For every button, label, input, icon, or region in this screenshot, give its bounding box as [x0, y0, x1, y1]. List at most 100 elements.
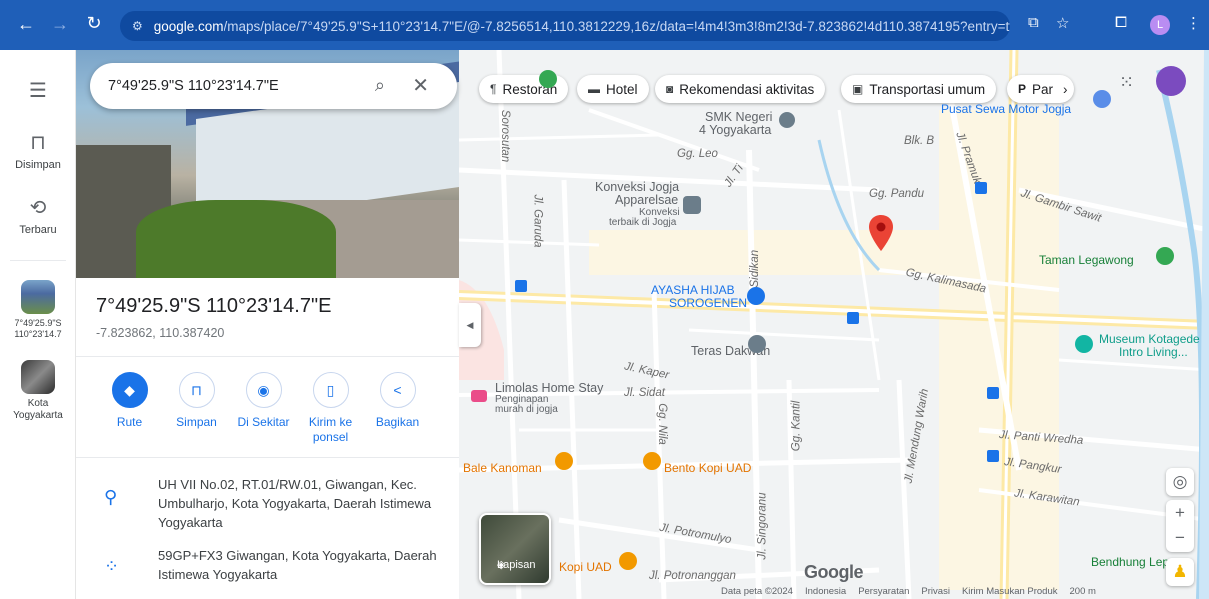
hamburger-menu-button[interactable]: ☰ — [0, 78, 76, 107]
nearby-label: Di Sekitar — [237, 415, 290, 429]
search-box[interactable]: 7°49'25.9"S 110°23'14.7"E ⌕ ✕ — [90, 63, 457, 109]
chip-activities-label: Rekomendasi aktivitas — [679, 81, 815, 97]
footer-terms[interactable]: Persyaratan — [858, 586, 909, 599]
phone-icon: ▯ — [312, 372, 349, 408]
shop-marker-icon[interactable] — [683, 196, 701, 214]
map-label-ayasha1[interactable]: AYASHA HIJAB — [651, 283, 735, 297]
bus-stop-marker-4-icon[interactable] — [987, 387, 999, 399]
restaurant-marker-icon[interactable] — [555, 452, 573, 470]
action-row: ◆ Rute ⊓ Simpan ◉ Di Sekitar ▯ Kirim ke … — [96, 372, 446, 445]
panel-divider — [76, 356, 459, 357]
bus-stop-marker-2-icon[interactable] — [515, 280, 527, 292]
chevron-right-icon[interactable]: › — [1063, 82, 1068, 97]
cafe-marker-2-icon[interactable] — [619, 552, 637, 570]
chip-hotel-label: Hotel — [606, 81, 638, 97]
bookmark-star-icon[interactable]: ☆ — [1056, 14, 1069, 32]
footer-region[interactable]: Indonesia — [805, 586, 846, 599]
map-label-bento[interactable]: Bento Kopi UAD — [664, 461, 751, 475]
map-roads — [459, 50, 1209, 599]
zoom-in-button[interactable]: + — [1166, 500, 1194, 526]
map-label-museum1[interactable]: Museum Kotagede — [1099, 332, 1200, 346]
map-label-museum2[interactable]: Intro Living... — [1119, 345, 1188, 359]
recent-button[interactable]: ⟲ Terbaru — [0, 195, 76, 236]
shop-blue-marker-icon[interactable] — [747, 287, 765, 305]
hotel-marker-icon[interactable] — [471, 390, 487, 402]
map-label-ayasha2[interactable]: SOROGENEN — [669, 296, 747, 310]
nearby-icon: ◉ — [245, 372, 282, 408]
map-label-limolas[interactable]: Limolas Home Stay — [495, 381, 603, 395]
chip-parking[interactable]: P Par › — [1007, 75, 1074, 103]
bus-stop-marker-icon[interactable] — [975, 182, 987, 194]
recent-place-thumbnail — [21, 280, 55, 314]
map-footer: Data peta ©2024 Indonesia Persyaratan Pr… — [721, 586, 1096, 599]
browser-toolbar: ← → ↻ ⚙ google.com /maps/place/7°49'25.9… — [0, 0, 1209, 50]
saved-button[interactable]: ⊓ Disimpan — [0, 130, 76, 171]
bus-icon: ▣ — [852, 82, 864, 96]
map-label-konveksi[interactable]: Konveksi Jogja — [595, 180, 679, 194]
search-icon[interactable]: ⌕ — [375, 75, 385, 96]
map-label-pusat-sewa[interactable]: Pusat Sewa Motor Jogja — [941, 102, 1071, 116]
site-info-icon[interactable]: ⚙ — [132, 19, 154, 33]
street-view-pegman[interactable]: ♟ — [1166, 558, 1194, 586]
zoom-out-button[interactable]: − — [1166, 526, 1194, 552]
city-thumbnail — [21, 360, 55, 394]
city-item[interactable]: Kota Yogyakarta — [0, 360, 76, 422]
my-location-icon: ◎ — [1172, 472, 1188, 491]
chip-transit-label: Transportasi umum — [869, 81, 986, 97]
zoom-control: + − — [1166, 500, 1194, 552]
green-marker-icon[interactable] — [539, 70, 557, 88]
forward-icon[interactable]: → — [46, 14, 74, 35]
map-label-smk[interactable]: SMK Negeri — [705, 110, 772, 124]
pegman-icon: ♟ — [1172, 562, 1188, 581]
nearby-button[interactable]: ◉ Di Sekitar — [230, 372, 297, 445]
footer-copyright: Data peta ©2024 — [721, 586, 793, 597]
share-button[interactable]: < Bagikan — [364, 372, 431, 445]
map-label-smk2[interactable]: 4 Yogyakarta — [699, 123, 771, 137]
map-canvas[interactable]: ¶ Restoran ▬ Hotel ◙ Rekomendasi aktivit… — [459, 50, 1209, 599]
menu-kebab-icon[interactable]: ⋮ — [1186, 14, 1201, 32]
footer-feedback[interactable]: Kirim Masukan Produk — [962, 586, 1058, 599]
cast-icon[interactable]: ⧉ — [1028, 14, 1039, 31]
bus-stop-marker-5-icon[interactable] — [987, 450, 999, 462]
cafe-marker-icon[interactable] — [643, 452, 661, 470]
chip-transit[interactable]: ▣ Transportasi umum — [841, 75, 997, 103]
layers-button[interactable]: ◈ Lapisan — [479, 513, 551, 585]
bookmark-icon: ⊓ — [30, 132, 46, 154]
close-icon[interactable]: ✕ — [412, 73, 429, 98]
recent-place-item[interactable]: 7°49'25.9"S 110°23'14.7 — [0, 280, 76, 340]
extensions-icon[interactable]: ⧠ — [1115, 14, 1127, 31]
chip-activities[interactable]: ◙ Rekomendasi aktivitas — [655, 75, 826, 103]
back-icon[interactable]: ← — [12, 14, 40, 35]
share-icon: < — [379, 372, 416, 408]
map-label-apparelsae[interactable]: Apparelsae — [615, 193, 678, 207]
send-to-phone-button[interactable]: ▯ Kirim ke ponsel — [297, 372, 364, 445]
bus-stop-marker-3-icon[interactable] — [847, 312, 859, 324]
profile-avatar[interactable]: L — [1150, 15, 1170, 35]
search-input[interactable]: 7°49'25.9"S 110°23'14.7"E — [108, 78, 279, 94]
museum-marker-icon[interactable] — [1075, 335, 1093, 353]
park-marker-icon[interactable] — [1156, 247, 1174, 265]
footer-scale[interactable]: 200 m — [1070, 586, 1096, 599]
account-avatar[interactable] — [1156, 66, 1186, 96]
map-label-jl-garuda: Jl. Garuda — [531, 194, 544, 248]
collapse-panel-button[interactable]: ◀ — [459, 303, 481, 347]
school-marker-icon[interactable] — [779, 112, 795, 128]
directions-button[interactable]: ◆ Rute — [96, 372, 163, 445]
my-location-button[interactable]: ◎ — [1166, 468, 1194, 496]
save-button[interactable]: ⊓ Simpan — [163, 372, 230, 445]
map-label-taman[interactable]: Taman Legawong — [1039, 253, 1134, 267]
place-panel: 7°49'25.9"S 110°23'14.7"E -7.823862, 110… — [76, 50, 459, 599]
address-bar[interactable]: ⚙ google.com /maps/place/7°49'25.9"S+110… — [120, 11, 1010, 41]
map-label-gg-nila: Gg. Nila — [655, 403, 668, 445]
reload-icon[interactable]: ↻ — [80, 13, 108, 34]
apps-grid-icon[interactable]: ⁙ — [1119, 72, 1134, 93]
map-label-blk: Blk. B — [904, 135, 935, 147]
chip-hotel[interactable]: ▬ Hotel — [577, 75, 649, 103]
selected-location-pin-icon[interactable] — [869, 215, 893, 251]
footer-privacy[interactable]: Privasi — [921, 586, 950, 599]
map-label-bale[interactable]: Bale Kanoman — [463, 461, 542, 475]
mosque-marker-icon[interactable] — [748, 335, 766, 353]
motor-rental-marker-icon[interactable] — [1093, 90, 1111, 108]
map-label-kopi-uad[interactable]: Kopi UAD — [559, 560, 612, 574]
panel-divider-2 — [76, 457, 459, 458]
